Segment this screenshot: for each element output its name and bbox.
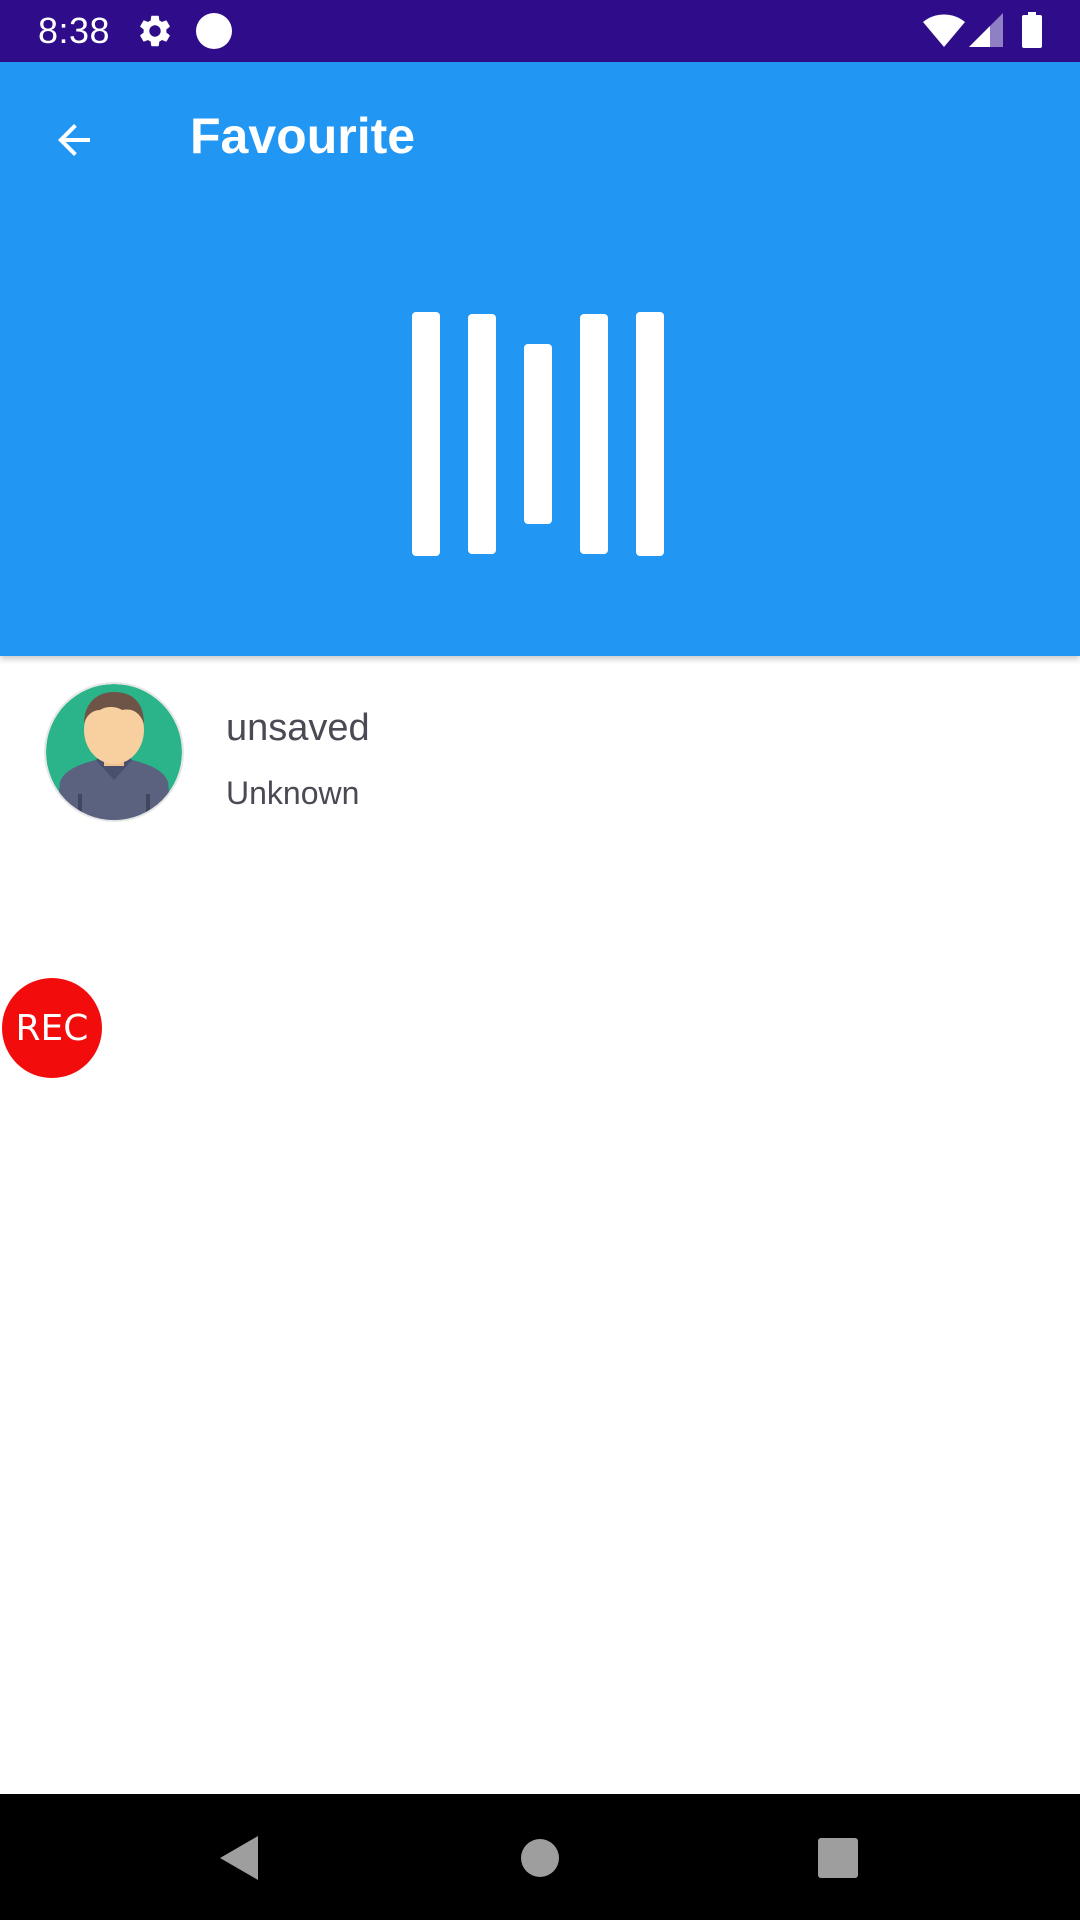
contact-name: unsaved [226,707,370,749]
nav-recents-button[interactable] [798,1818,878,1898]
page-title: Favourite [190,108,416,164]
status-time: 8:38 [38,10,111,51]
gear-icon [140,15,170,47]
app-header: Favourite [0,62,1080,656]
list-item[interactable]: unsaved Unknown [0,656,1080,846]
nav-home-button[interactable] [500,1818,580,1898]
circle-notification-icon [196,13,232,49]
rec-button[interactable]: REC [2,978,102,1078]
person-avatar-icon [46,684,182,820]
recents-square-icon [818,1838,858,1878]
arrow-back-icon [58,124,90,156]
wifi-icon [923,14,965,47]
back-button[interactable] [36,102,112,178]
home-circle-icon [521,1839,559,1877]
battery-icon [1022,12,1042,48]
bars-logo-icon [412,312,664,556]
nav-bar [0,1794,1080,1920]
back-triangle-icon [220,1836,258,1880]
status-bar: 8:38 [0,0,1080,62]
contact-type: Unknown [226,775,360,811]
nav-back-button[interactable] [200,1818,280,1898]
screen: 8:38 Favourite unsaved Unknown REC [0,0,1080,1920]
cell-signal-icon [969,13,1003,47]
contact-list: unsaved Unknown [0,656,1080,846]
